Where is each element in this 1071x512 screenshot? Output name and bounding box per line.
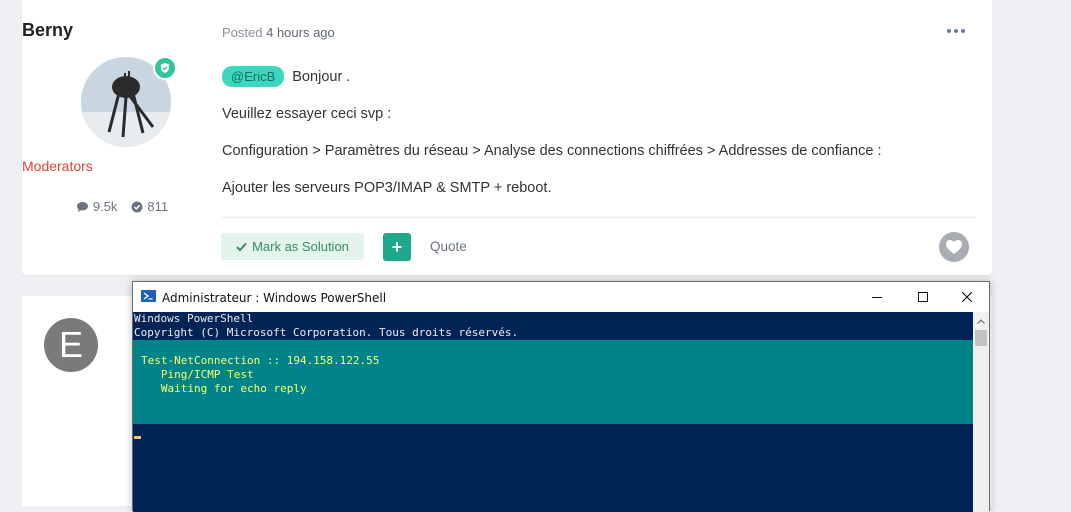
- window-title: Administrateur : Windows PowerShell: [162, 291, 387, 305]
- close-button[interactable]: [944, 282, 990, 312]
- console-line: Copyright (C) Microsoft Corporation. Tou…: [134, 326, 519, 339]
- solutions-count: 811: [131, 199, 168, 214]
- forum-post: Berny Moderators 9.5k 811 Posted 4 hours…: [22, 0, 992, 275]
- mark-as-solution-button[interactable]: Mark as Solution: [221, 233, 364, 260]
- greeting-text: Bonjour .: [288, 69, 351, 85]
- scrollbar[interactable]: [973, 312, 989, 512]
- minimize-button[interactable]: [854, 282, 900, 312]
- powershell-window[interactable]: Administrateur : Windows PowerShell Wind…: [132, 281, 990, 512]
- author-stats: 9.5k 811: [22, 199, 222, 214]
- post-paragraph: Ajouter les serveurs POP3/IMAP & SMTP + …: [222, 180, 552, 196]
- maximize-icon: [918, 292, 928, 302]
- author-group: Moderators: [22, 158, 93, 174]
- quote-button[interactable]: Quote: [430, 239, 467, 254]
- posts-count: 9.5k: [76, 199, 118, 214]
- post-paragraph: Configuration > Paramètres du réseau > A…: [222, 143, 882, 159]
- powershell-icon: [141, 290, 156, 302]
- mark-as-solution-label: Mark as Solution: [252, 239, 349, 254]
- moderator-badge: [153, 56, 177, 80]
- scroll-thumb[interactable]: [975, 330, 987, 346]
- minimize-icon: [872, 297, 882, 298]
- maximize-button[interactable]: [900, 282, 946, 312]
- progress-line: Ping/ICMP Test: [141, 368, 254, 381]
- progress-block: Test-NetConnection :: 194.158.122.55 Pin…: [133, 340, 973, 424]
- console-line: Windows PowerShell: [134, 312, 254, 325]
- solutions-count-value: 811: [147, 199, 169, 214]
- console-output[interactable]: Windows PowerShell Copyright (C) Microso…: [133, 312, 973, 512]
- comment-icon: [76, 201, 88, 212]
- mention-link[interactable]: @EricB: [222, 66, 285, 87]
- post-paragraph: Veuillez essayer ceci svp :: [222, 106, 392, 122]
- divider: [222, 217, 976, 218]
- posted-label: Posted: [222, 25, 263, 40]
- close-icon: [962, 292, 972, 302]
- progress-line: Test-NetConnection :: 194.158.122.55: [141, 354, 380, 367]
- posts-count-value: 9.5k: [92, 199, 118, 214]
- plus-button[interactable]: +: [383, 233, 411, 261]
- check-icon: [236, 242, 247, 251]
- more-icon[interactable]: [947, 24, 965, 38]
- post-meta: Posted 4 hours ago: [222, 25, 335, 40]
- text-cursor: [134, 436, 141, 439]
- avatar-letter[interactable]: E: [44, 318, 98, 372]
- shield-check-icon: [161, 63, 169, 73]
- window-titlebar[interactable]: Administrateur : Windows PowerShell: [133, 282, 989, 312]
- heart-icon: [946, 240, 962, 254]
- progress-line: Waiting for echo reply: [141, 382, 307, 395]
- post-time[interactable]: 4 hours ago: [266, 25, 335, 40]
- post-paragraph: @EricB Bonjour .: [222, 66, 982, 87]
- check-circle-icon: [131, 201, 143, 212]
- post-content: @EricB Bonjour . Veuillez essayer ceci s…: [222, 66, 982, 216]
- author-name[interactable]: Berny: [22, 20, 222, 41]
- chevron-up-icon: [977, 318, 985, 324]
- scroll-up-arrow[interactable]: [973, 314, 989, 328]
- like-button[interactable]: [939, 232, 969, 262]
